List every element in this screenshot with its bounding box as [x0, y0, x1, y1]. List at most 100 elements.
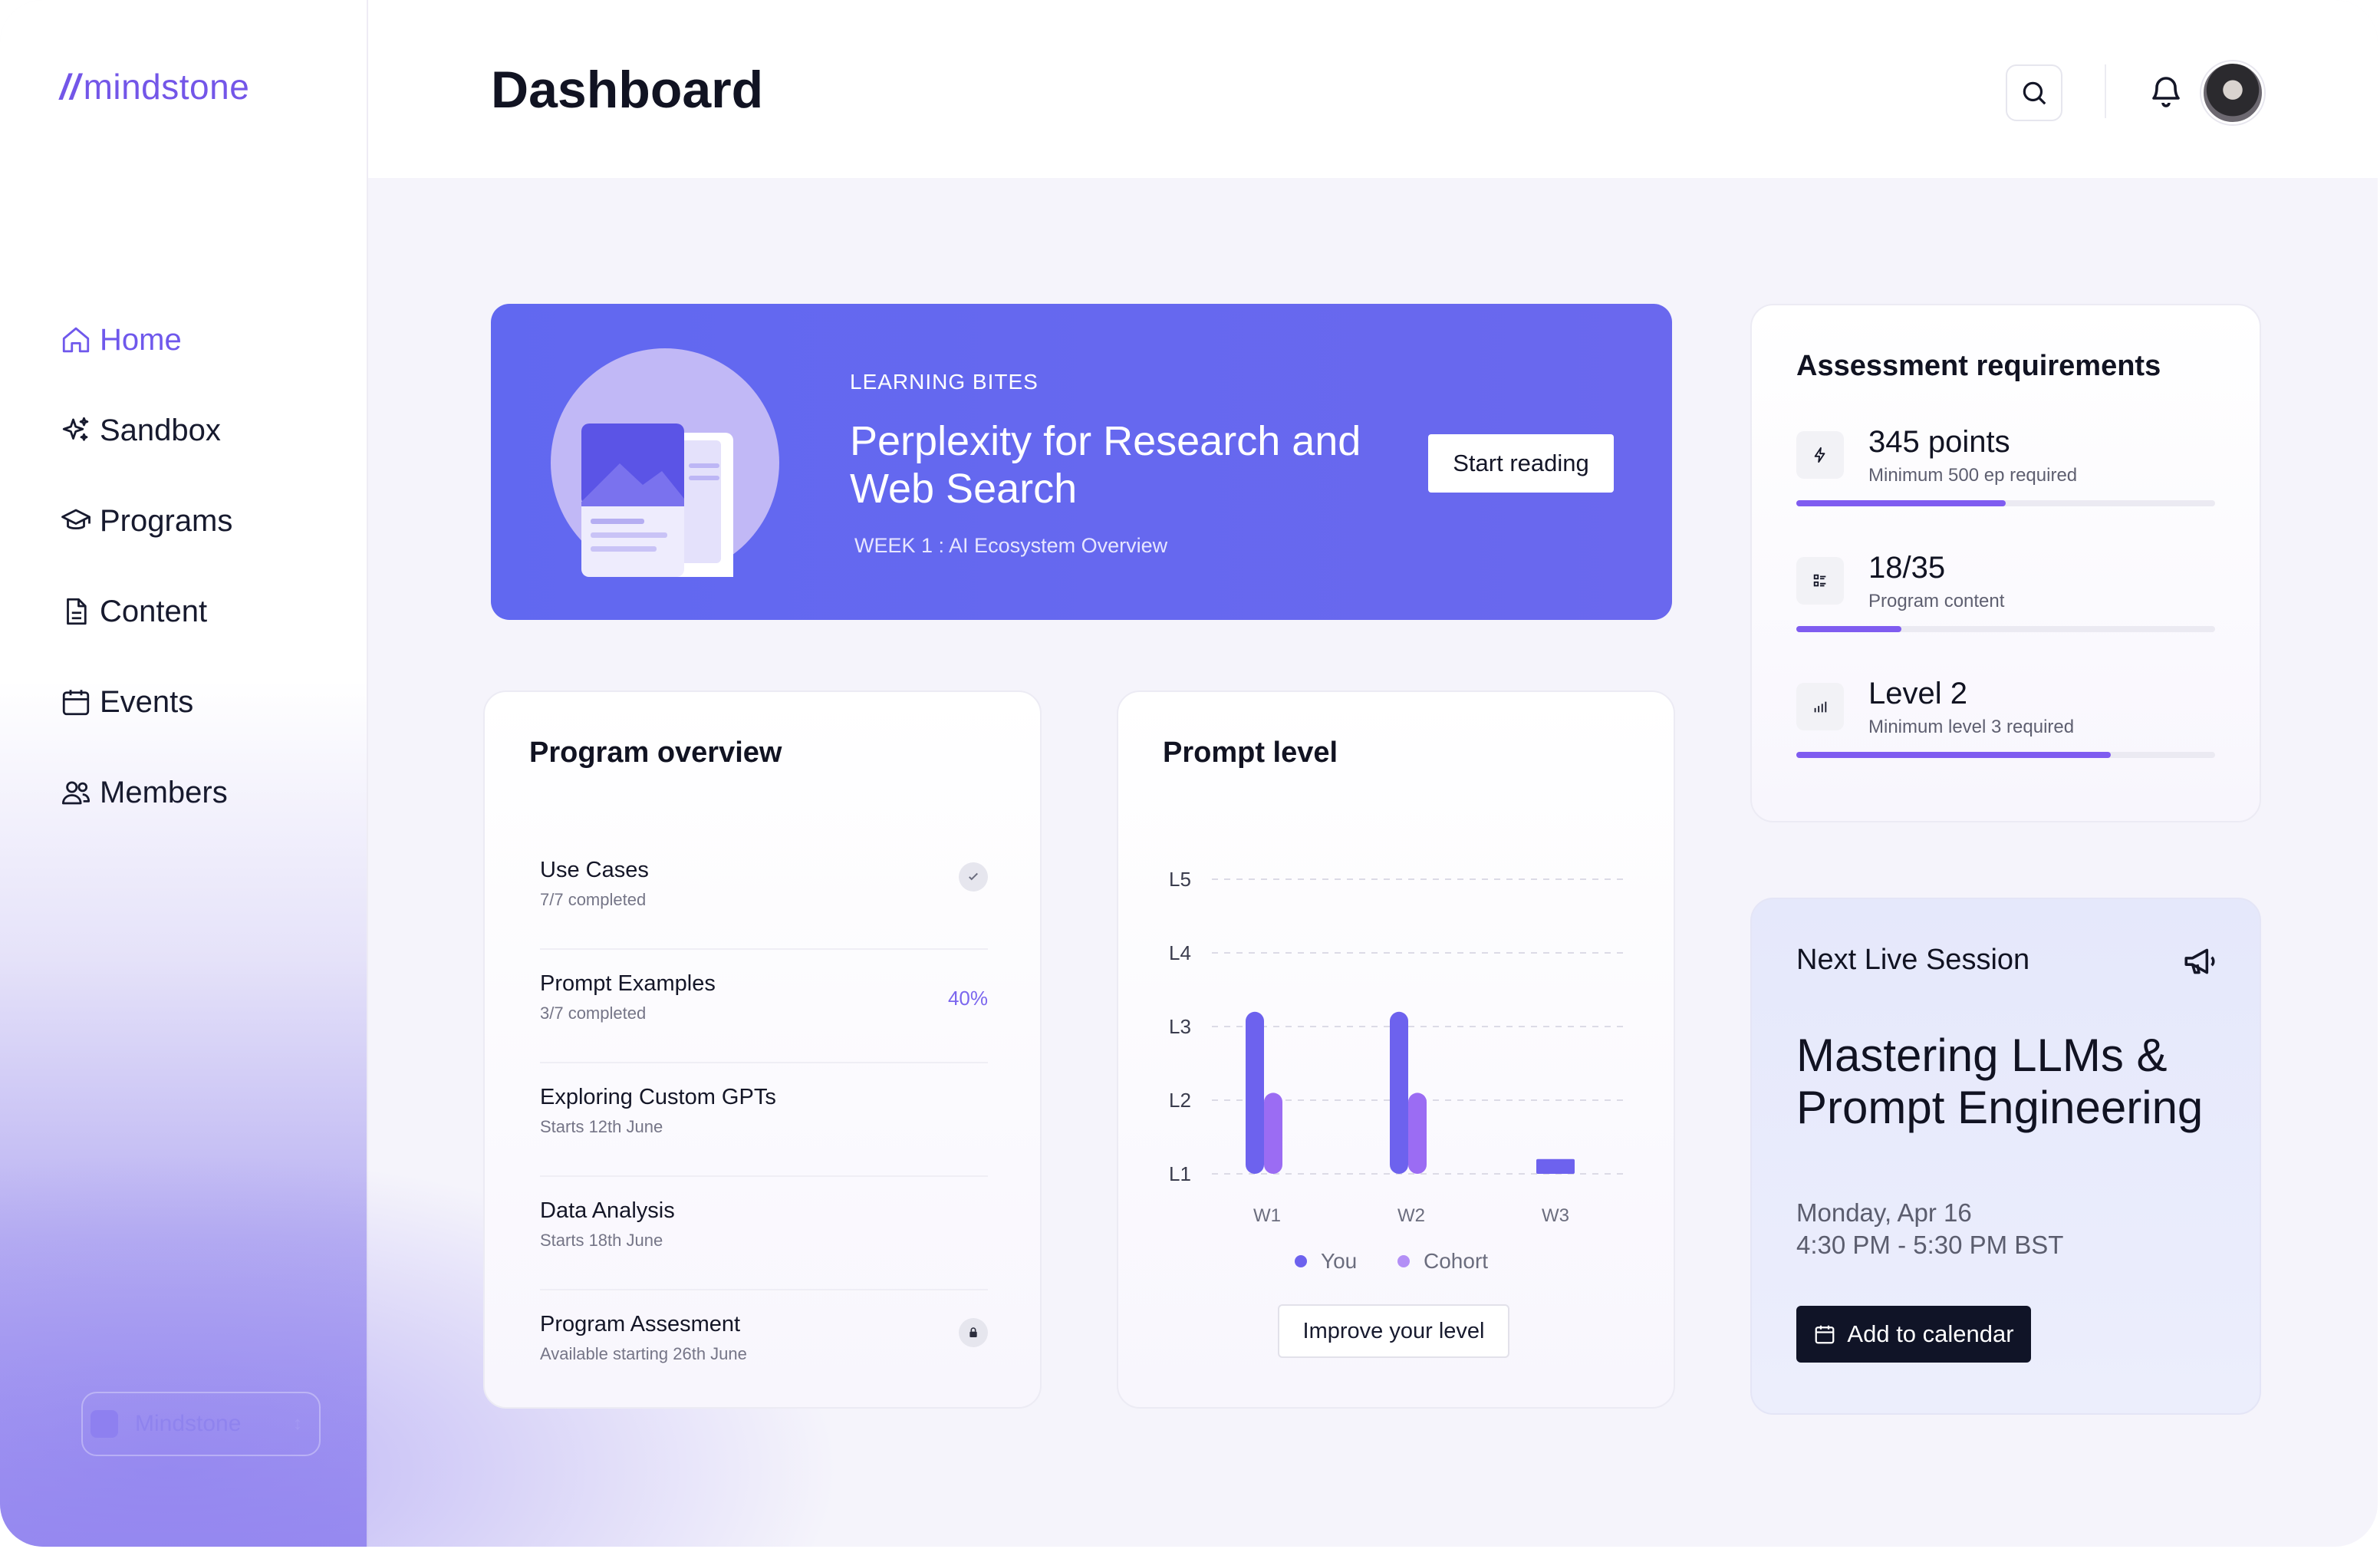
item-subtitle: 7/7 completed: [540, 890, 647, 909]
learning-bites-banner: LEARNING BITES Perplexity for Research a…: [491, 304, 1672, 620]
session-date: Monday, Apr 16: [1796, 1198, 1972, 1227]
button-label: Add to calendar: [1847, 1320, 2014, 1347]
sidebar-item-label: Programs: [100, 503, 233, 538]
article-illustration: [551, 348, 779, 586]
sidebar-item-members[interactable]: Members: [60, 747, 232, 838]
item-title: Data Analysis: [540, 1198, 675, 1223]
banner-title[interactable]: Perplexity for Research and Web Search: [850, 417, 1371, 512]
lock-icon: [959, 1318, 988, 1347]
legend-label: You: [1321, 1249, 1357, 1273]
sidebar-item-content[interactable]: Content: [60, 566, 232, 657]
home-icon: [62, 327, 90, 353]
item-subtitle: Available starting 26th June: [540, 1344, 747, 1363]
bar-you-w3: [1536, 1158, 1575, 1174]
bar-you-w2: [1390, 1011, 1408, 1174]
prompt-level-chart: L1 L2 L3 L4 L5 W1 W2 W3 You Cohort: [1169, 868, 1625, 1273]
sidebar-item-label: Content: [100, 594, 208, 628]
sidebar-item-sandbox[interactable]: Sandbox: [60, 385, 232, 476]
search-button[interactable]: [2006, 64, 2062, 121]
program-overview-card: Program overview Use Cases 7/7 completed…: [483, 690, 1042, 1409]
y-tick-label: L4: [1169, 941, 1191, 964]
improve-level-button[interactable]: Improve your level: [1278, 1304, 1509, 1358]
sparkles-icon: [62, 417, 89, 441]
bar-chart-icon: [1796, 683, 1844, 730]
list-item[interactable]: Exploring Custom GPTs Starts 12th June: [540, 1063, 988, 1177]
item-subtitle: Starts 18th June: [540, 1231, 663, 1250]
legend-label: Cohort: [1424, 1249, 1488, 1273]
item-subtitle: Starts 12th June: [540, 1117, 663, 1136]
y-tick-label: L5: [1169, 868, 1191, 891]
item-title: Program Assesment: [540, 1312, 741, 1336]
requirement-subtitle: Minimum 500 ep required: [1868, 465, 2078, 486]
list-icon: [1796, 557, 1844, 605]
session-title: Mastering LLMs & Prompt Engineering: [1796, 1030, 2204, 1133]
sidebar-item-label: Events: [100, 684, 194, 719]
list-item[interactable]: Prompt Examples 3/7 completed 40%: [540, 950, 988, 1063]
document-icon: [67, 598, 87, 625]
list-item[interactable]: Data Analysis Starts 18th June: [540, 1177, 988, 1290]
search-icon: [2023, 81, 2046, 105]
app-logo[interactable]: //mindstone: [60, 66, 249, 107]
sidebar-item-label: Sandbox: [100, 413, 221, 447]
users-icon: [61, 781, 91, 805]
sidebar-item-events[interactable]: Events: [60, 657, 232, 747]
y-tick-label: L2: [1169, 1089, 1191, 1112]
session-label: Next Live Session: [1796, 944, 2030, 976]
sidebar-nav: Home Sandbox Programs Content Events Mem…: [60, 295, 232, 838]
item-title: Use Cases: [540, 858, 649, 882]
item-title: Exploring Custom GPTs: [540, 1085, 776, 1109]
start-reading-button[interactable]: Start reading: [1428, 434, 1614, 493]
item-title: Prompt Examples: [540, 971, 716, 996]
session-time: 4:30 PM - 5:30 PM BST: [1796, 1231, 2064, 1259]
calendar-icon: [1815, 1325, 1835, 1344]
prompt-level-card: Prompt level L1 L2 L3 L4 L5 W1 W2 W3 You Cohort I…: [1117, 690, 1675, 1409]
workspace-name: Mindstone: [135, 1411, 242, 1436]
app-window: //mindstone Home Sandbox Programs Conten…: [0, 0, 2378, 1547]
sidebar-item-home[interactable]: Home: [60, 295, 232, 385]
item-subtitle: 3/7 completed: [540, 1004, 647, 1023]
top-header: Dashboard: [368, 0, 2378, 178]
y-tick-label: L1: [1169, 1162, 1191, 1185]
legend-marker: [1295, 1255, 1307, 1267]
megaphone-icon: [2184, 948, 2215, 974]
legend-marker: [1397, 1255, 1410, 1267]
banner-week: WEEK 1 : AI Ecosystem Overview: [854, 534, 1168, 557]
workspace-switcher[interactable]: Mindstone ↕: [81, 1392, 321, 1456]
bell-icon[interactable]: [2148, 71, 2184, 110]
requirement-value: 345 points: [1868, 425, 2010, 459]
progress-percent: 40%: [947, 987, 988, 1010]
page-title: Dashboard: [491, 61, 764, 119]
x-tick-label: W2: [1397, 1205, 1425, 1226]
bar-cohort-w2: [1408, 1093, 1427, 1174]
calendar-icon: [62, 690, 90, 716]
graduation-cap-icon: [61, 509, 91, 530]
bar-you-w1: [1246, 1011, 1264, 1174]
session-datetime: Monday, Apr 16 4:30 PM - 5:30 PM BST: [1796, 1197, 2063, 1261]
x-tick-label: W1: [1253, 1205, 1281, 1226]
requirement-value: Level 2: [1868, 677, 1967, 710]
progress-bar: [1796, 626, 2215, 632]
card-title: Program overview: [529, 737, 782, 769]
bar-cohort-w1: [1264, 1093, 1282, 1174]
requirement-subtitle: Minimum level 3 required: [1868, 717, 2075, 737]
bolt-icon: [1796, 431, 1844, 479]
user-avatar[interactable]: [2201, 61, 2264, 124]
workspace-icon: [91, 1410, 118, 1438]
requirement-subtitle: Program content: [1868, 591, 2005, 611]
x-tick-label: W3: [1542, 1205, 1569, 1226]
assessment-requirements-card: Assessment requirements 345 points Minim…: [1750, 304, 2261, 822]
list-item[interactable]: Program Assesment Available starting 26t…: [540, 1290, 988, 1402]
chevron-updown-icon: ↕: [293, 1413, 302, 1434]
card-title: Assessment requirements: [1796, 350, 2161, 382]
next-live-session-card: Next Live Session Mastering LLMs & Promp…: [1750, 898, 2261, 1415]
progress-bar: [1796, 752, 2215, 758]
add-to-calendar-button[interactable]: Add to calendar: [1796, 1306, 2031, 1363]
list-item[interactable]: Use Cases 7/7 completed: [540, 836, 988, 950]
sidebar-item-programs[interactable]: Programs: [60, 476, 232, 566]
header-divider: [2105, 64, 2106, 118]
banner-tag: LEARNING BITES: [850, 370, 1039, 394]
progress-bar: [1796, 500, 2215, 506]
sidebar-item-label: Members: [100, 775, 228, 809]
program-list: Use Cases 7/7 completed Prompt Examples …: [540, 836, 988, 1402]
y-tick-label: L3: [1169, 1015, 1191, 1038]
